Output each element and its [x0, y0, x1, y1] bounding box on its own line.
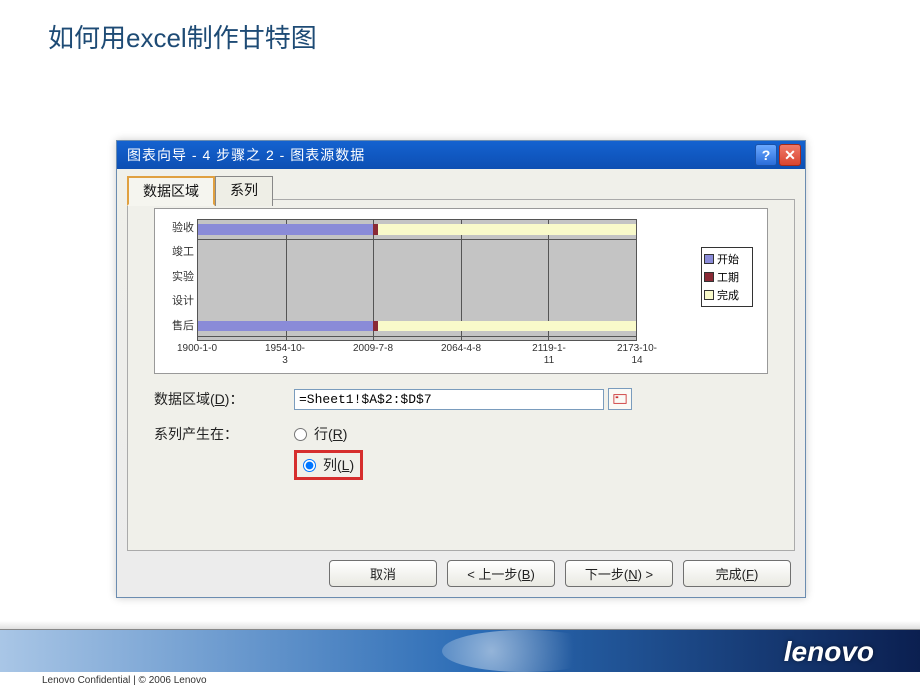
next-button[interactable]: 下一步(N) > [565, 560, 673, 587]
decorative-shadow [0, 621, 920, 629]
help-button[interactable]: ? [755, 144, 777, 166]
range-picker-button[interactable] [608, 388, 632, 410]
chart-preview: 验收 竣工 实验 设计 售后 [154, 208, 768, 374]
dialog-body: 数据区域 系列 验收 竣工 实验 设计 售后 [117, 169, 805, 597]
close-button[interactable]: ✕ [779, 144, 801, 166]
dialog-title: 图表向导 - 4 步骤之 2 - 图表源数据 [127, 145, 753, 165]
x-tick-3: 2064-4-8 [441, 343, 481, 354]
tab-series[interactable]: 系列 [215, 176, 273, 206]
highlight-box: 列(L) [294, 450, 363, 480]
radio-column[interactable]: 列(L) [303, 455, 354, 475]
data-range-input[interactable] [294, 389, 604, 410]
legend-label-2: 完成 [717, 287, 739, 303]
x-tick-1: 1954-10- [265, 343, 305, 354]
radio-row-input[interactable] [294, 428, 307, 441]
dialog-titlebar: 图表向导 - 4 步骤之 2 - 图表源数据 ? ✕ [117, 141, 805, 169]
y-axis-labels: 验收 竣工 实验 设计 售后 [159, 219, 194, 341]
dialog-button-bar: 取消 < 上一步(B) 下一步(N) > 完成(F) [329, 560, 791, 587]
chart-plot-area [197, 219, 637, 341]
x-tick-0: 1900-1-0 [177, 343, 217, 354]
tab-data-range[interactable]: 数据区域 [127, 176, 215, 206]
y-cat-4: 售后 [159, 317, 194, 341]
y-cat-0: 验收 [159, 219, 194, 243]
legend-item-0: 开始 [704, 251, 750, 267]
footer-band [0, 630, 920, 672]
radio-column-input[interactable] [303, 459, 316, 472]
tab-strip: 数据区域 系列 [127, 175, 815, 205]
legend-item-1: 工期 [704, 269, 750, 285]
radio-row[interactable]: 行(R) [294, 424, 363, 444]
legend-label-0: 开始 [717, 251, 739, 267]
x-sub-2: 14 [631, 355, 642, 366]
cancel-button[interactable]: 取消 [329, 560, 437, 587]
x-sub-0: 3 [282, 355, 288, 366]
series-in-row: 系列产生在： 行(R) 列(L) [154, 424, 768, 480]
data-range-label: 数据区域(D)： [154, 389, 294, 409]
x-sub-1: 11 [544, 355, 554, 366]
back-button[interactable]: < 上一步(B) [447, 560, 555, 587]
chart-legend: 开始 工期 完成 [701, 247, 753, 307]
tab-content: 验收 竣工 实验 设计 售后 [127, 199, 795, 551]
y-cat-1: 竣工 [159, 243, 194, 267]
confidential-text: Lenovo Confidential | © 2006 Lenovo [42, 675, 207, 686]
series-radio-group: 行(R) 列(L) [294, 424, 363, 480]
radio-column-label: 列(L) [323, 455, 354, 475]
x-tick-5: 2173-10- [617, 343, 657, 354]
x-tick-2: 2009-7-8 [353, 343, 393, 354]
legend-item-2: 完成 [704, 287, 750, 303]
page-title: 如何用excel制作甘特图 [48, 18, 317, 55]
series-in-label: 系列产生在： [154, 424, 294, 444]
radio-row-label: 行(R) [314, 424, 347, 444]
x-tick-4: 2119-1- [532, 343, 566, 354]
y-cat-2: 实验 [159, 268, 194, 292]
lenovo-logo: lenovo [784, 636, 874, 668]
data-range-row: 数据区域(D)： [154, 388, 768, 410]
finish-button[interactable]: 完成(F) [683, 560, 791, 587]
chart-wizard-dialog: 图表向导 - 4 步骤之 2 - 图表源数据 ? ✕ 数据区域 系列 验收 竣工… [116, 140, 806, 598]
y-cat-3: 设计 [159, 292, 194, 316]
x-axis-labels: 1900-1-0 1954-10- 2009-7-8 2064-4-8 2119… [197, 343, 637, 371]
legend-label-1: 工期 [717, 269, 739, 285]
